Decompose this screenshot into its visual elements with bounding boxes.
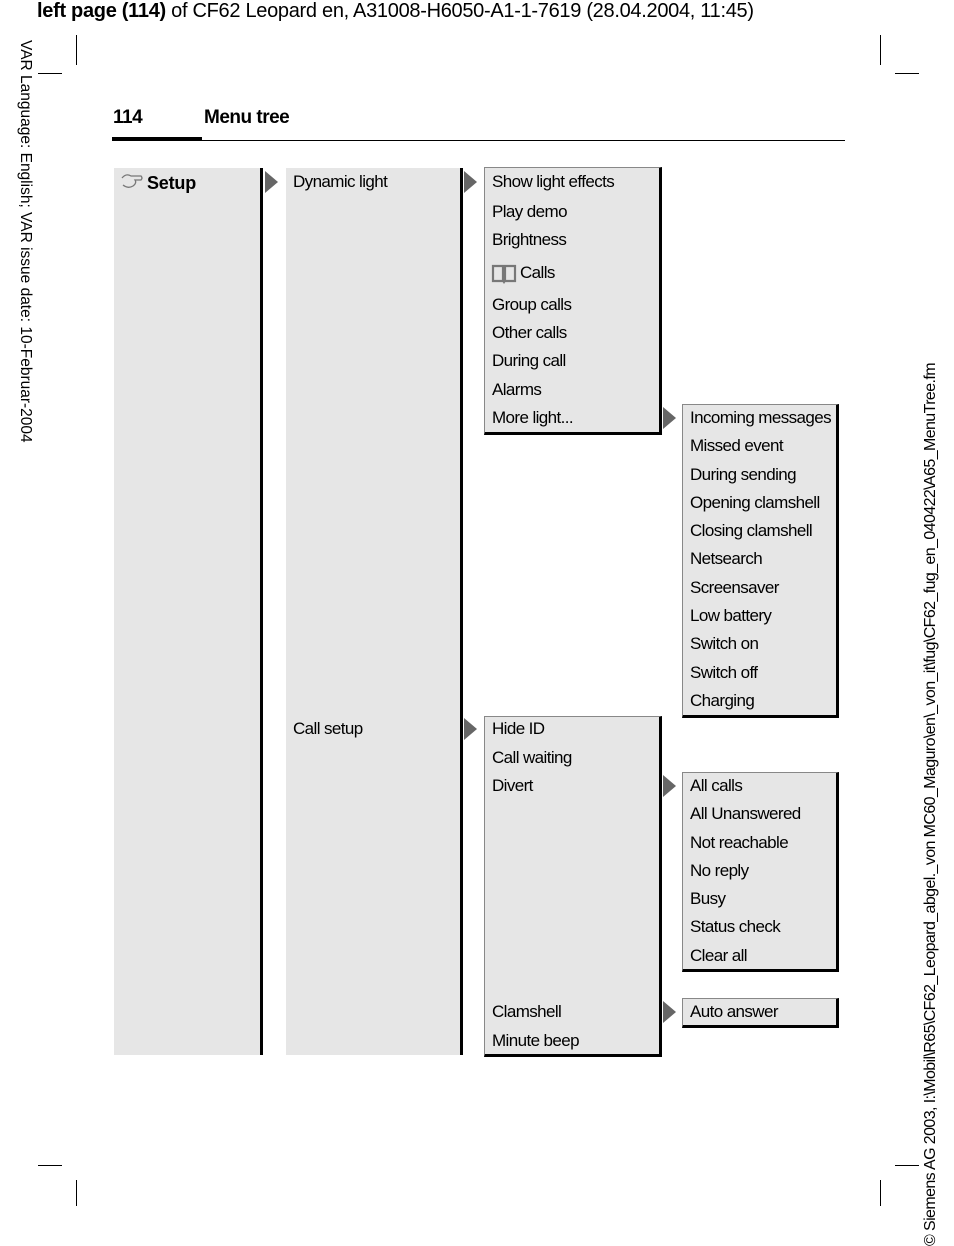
menu-item-switch-off[interactable]: Switch off [690,663,758,683]
menu-item-all-unanswered[interactable]: All Unanswered [690,804,801,824]
menu-item-missed-event[interactable]: Missed event [690,436,784,456]
menu-item-call-setup[interactable]: Call setup [293,719,363,739]
menu-item-during-call[interactable]: During call [492,351,566,371]
menu-item-more-light[interactable]: More light... [492,408,574,428]
menu-item-switch-on[interactable]: Switch on [690,634,759,654]
crop-mark [76,35,77,65]
menu-item-show-light-effects[interactable]: Show light effects [492,172,615,192]
menu-item-clamshell[interactable]: Clamshell [492,1002,562,1022]
menu-item-divert[interactable]: Divert [492,776,533,796]
menu-item-all-calls[interactable]: All calls [690,776,743,796]
crop-mark [880,1180,881,1206]
column-divider [260,168,263,1055]
menu-root-setup[interactable]: Setup [147,173,196,193]
left-margin-text: VAR Language: English; VAR issue date: 1… [17,40,34,443]
arrow-right-icon [663,775,676,797]
menu-item-busy[interactable]: Busy [690,889,726,909]
menu-item-clear-all[interactable]: Clear all [690,946,748,966]
menu-item-dynamic-light[interactable]: Dynamic light [293,172,388,192]
menu-item-status-check[interactable]: Status check [690,917,781,937]
crop-mark [895,73,919,74]
menu-item-low-battery[interactable]: Low battery [690,606,772,626]
level2-column [286,168,461,1055]
menu-item-minute-beep[interactable]: Minute beep [492,1031,580,1051]
menu-item-calls[interactable]: Calls [520,263,555,283]
arrow-right-icon [663,1001,676,1023]
menu-item-netsearch[interactable]: Netsearch [690,549,763,569]
header-prefix: left page (114) [37,0,166,22]
phonebook-icon [491,264,517,284]
menu-item-during-sending[interactable]: During sending [690,465,797,485]
level1-column [114,168,261,1055]
menu-item-call-waiting[interactable]: Call waiting [492,748,572,768]
menu-item-screensaver[interactable]: Screensaver [690,578,779,598]
crop-mark [895,1165,919,1166]
menu-item-hide-id[interactable]: Hide ID [492,719,545,739]
wrench-icon [121,174,143,188]
menu-item-no-reply[interactable]: No reply [690,861,749,881]
menu-item-incoming-messages[interactable]: Incoming messages [690,408,832,428]
crop-mark [38,1165,62,1166]
header-rule [112,140,845,141]
document-page: left page (114) of CF62 Leopard en, A310… [0,0,954,1246]
page-title: Menu tree [204,107,290,128]
menu-item-closing-clamshell[interactable]: Closing clamshell [690,521,813,541]
menu-item-opening-clamshell[interactable]: Opening clamshell [690,493,820,513]
menu-item-not-reachable[interactable]: Not reachable [690,833,789,853]
menu-item-play-demo[interactable]: Play demo [492,202,568,222]
menu-item-charging[interactable]: Charging [690,691,755,711]
arrow-right-icon [464,718,477,740]
menu-item-other-calls[interactable]: Other calls [492,323,567,343]
crop-mark [76,1180,77,1206]
print-header: left page (114) of CF62 Leopard en, A310… [37,0,754,23]
arrow-right-icon [663,407,676,429]
arrow-right-icon [265,171,278,193]
crop-mark [880,35,881,65]
header-rest: of CF62 Leopard en, A31008-H6050-A1-1-76… [165,0,754,22]
arrow-right-icon [464,171,477,193]
crop-mark [38,73,62,74]
column-divider [460,168,463,1055]
menu-item-group-calls[interactable]: Group calls [492,295,572,315]
right-margin-text: © Siemens AG 2003, I:\Mobil\R65\CF62_Leo… [922,363,939,1246]
menu-item-auto-answer[interactable]: Auto answer [690,1002,779,1022]
page-number: 114 [113,107,143,128]
menu-item-alarms[interactable]: Alarms [492,380,542,400]
menu-item-brightness[interactable]: Brightness [492,230,567,250]
